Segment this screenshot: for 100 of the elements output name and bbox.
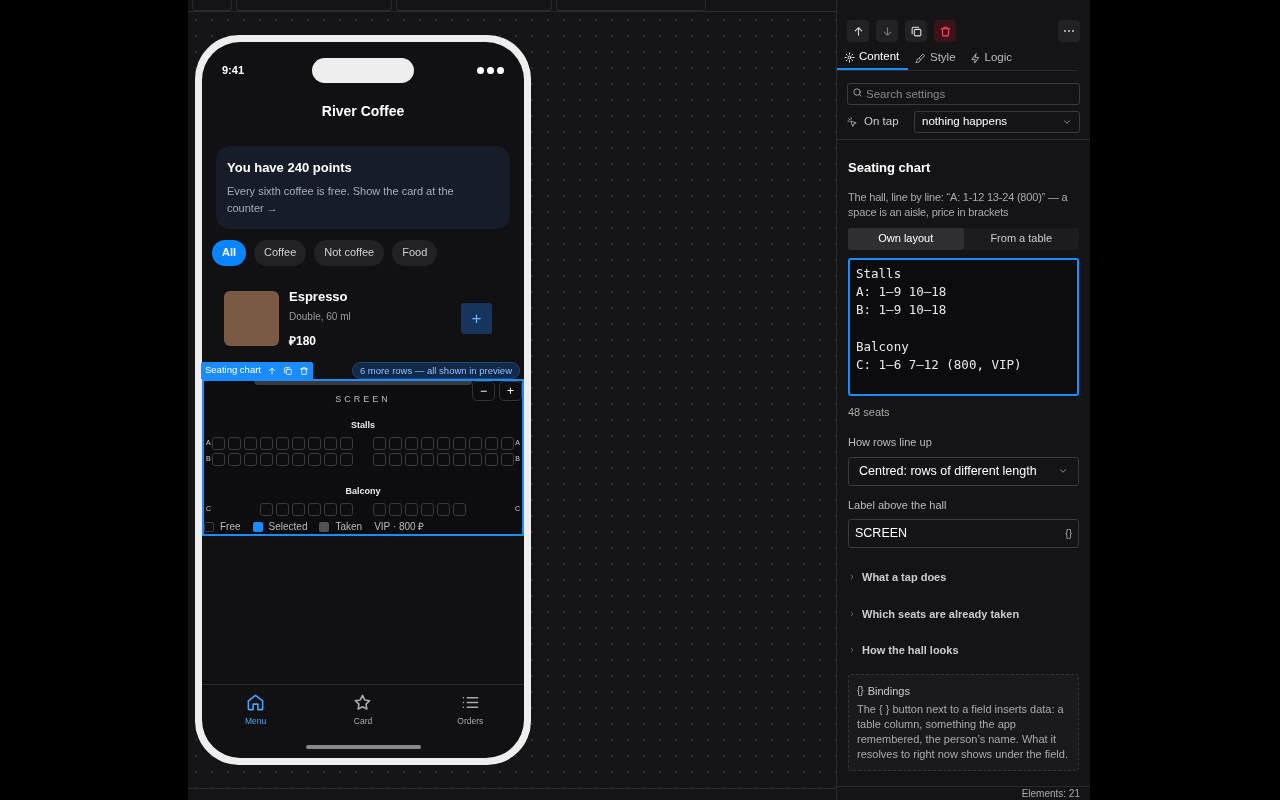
seat[interactable]: [292, 452, 305, 466]
move-up-button[interactable]: [847, 20, 869, 42]
document-tab[interactable]: [236, 0, 392, 11]
product-detail: Double, 60 ml: [289, 310, 352, 324]
seat[interactable]: [501, 436, 514, 450]
trash-icon: [299, 365, 309, 376]
on-tap-select[interactable]: nothing happens: [914, 111, 1080, 133]
seat[interactable]: [373, 503, 386, 516]
seat[interactable]: [437, 452, 450, 466]
seat[interactable]: [340, 503, 353, 516]
seat[interactable]: [453, 436, 466, 450]
accordion-header[interactable]: What a tap does: [848, 559, 1079, 596]
filter-chip[interactable]: Food: [392, 239, 438, 266]
seat[interactable]: [421, 503, 434, 516]
seat[interactable]: [373, 452, 386, 466]
row-alignment-select[interactable]: Centred: rows of different length: [848, 456, 1079, 486]
seat[interactable]: [405, 452, 418, 466]
bindings-title: Bindings: [867, 683, 910, 699]
seat[interactable]: [308, 452, 321, 466]
seat[interactable]: [276, 436, 289, 450]
settings-tab[interactable]: Content: [837, 46, 908, 70]
seat[interactable]: [501, 452, 514, 466]
zoom-out-button[interactable]: −: [472, 381, 495, 401]
document-tab[interactable]: [396, 0, 552, 11]
seat[interactable]: [308, 436, 321, 450]
zoom-in-button[interactable]: +: [499, 381, 522, 401]
chevron-right-icon: [848, 573, 856, 582]
seat[interactable]: [244, 452, 257, 466]
seat[interactable]: [244, 436, 257, 450]
brush-icon: [915, 52, 926, 64]
seat[interactable]: [389, 436, 402, 450]
accordion-header[interactable]: Which seats are already taken: [848, 595, 1079, 632]
filter-chip[interactable]: All: [212, 239, 247, 266]
more-rows-pill: 6 more rows — all shown in preview: [351, 362, 520, 379]
seat[interactable]: [421, 452, 434, 466]
settings-tab[interactable]: Logic: [962, 46, 1020, 70]
nav-tab[interactable]: Orders: [440, 693, 501, 736]
settings-tab[interactable]: Style: [908, 46, 963, 70]
seat[interactable]: [469, 436, 482, 450]
add-button[interactable]: +: [461, 302, 492, 334]
gear-icon: [844, 51, 855, 63]
seat[interactable]: [292, 436, 305, 450]
layout-mode-tab[interactable]: Own layout: [848, 227, 964, 250]
seat[interactable]: [405, 503, 418, 516]
nav-tab[interactable]: Menu: [225, 693, 286, 736]
seat[interactable]: [453, 503, 466, 516]
seat[interactable]: [276, 452, 289, 466]
chevron-down-icon: [1058, 466, 1068, 476]
arrow-up-icon: [267, 365, 277, 376]
seat[interactable]: [437, 436, 450, 450]
seat[interactable]: [389, 452, 402, 466]
document-tab[interactable]: [192, 0, 232, 11]
layout-text-area[interactable]: Stalls A: 1–9 10–18 B: 1–9 10–18 Balcony C: 1–6 7–12 (800, VIP): [848, 257, 1079, 396]
legend-label: Free: [220, 520, 241, 534]
hall-label-field[interactable]: SCREEN {}: [848, 519, 1079, 548]
seat[interactable]: [469, 452, 482, 466]
seat[interactable]: [485, 452, 498, 466]
duplicate-icon: [909, 24, 923, 38]
seat[interactable]: [260, 452, 273, 466]
search-field[interactable]: Search settings: [847, 83, 1080, 105]
seat[interactable]: [405, 436, 418, 450]
seat[interactable]: [485, 436, 498, 450]
filter-chip[interactable]: Not coffee: [314, 239, 385, 266]
seat[interactable]: [421, 436, 434, 450]
legend-swatch: [204, 521, 214, 532]
seat-count: 48 seats: [848, 404, 891, 420]
seat[interactable]: [389, 503, 402, 516]
delete-button[interactable]: [934, 20, 956, 42]
document-tab[interactable]: [556, 0, 706, 11]
seat[interactable]: [212, 452, 225, 466]
points-card[interactable]: You have 240 points Every sixth coffee is free. Show the card at the counter →: [216, 146, 510, 229]
photo-placeholder: [224, 290, 279, 346]
duplicate-button[interactable]: [905, 20, 927, 42]
binding-button[interactable]: {}: [1065, 526, 1072, 541]
seat[interactable]: [453, 452, 466, 466]
seat[interactable]: [228, 436, 241, 450]
seat[interactable]: [260, 503, 273, 516]
nav-tab[interactable]: Card: [333, 693, 393, 736]
seat[interactable]: [324, 452, 337, 466]
more-button[interactable]: [1058, 20, 1080, 42]
filter-chip[interactable]: Coffee: [254, 239, 307, 266]
field-label: How rows line up: [848, 435, 933, 450]
seat[interactable]: [324, 436, 337, 450]
seat[interactable]: [437, 503, 450, 516]
seat[interactable]: [228, 452, 241, 466]
seat[interactable]: [340, 436, 353, 450]
accordion-header[interactable]: How the hall looks: [848, 632, 1079, 669]
section-label: Balcony: [345, 485, 381, 498]
move-down-button[interactable]: [876, 20, 898, 42]
seat[interactable]: [373, 436, 386, 450]
seat[interactable]: [260, 436, 273, 450]
seat[interactable]: [324, 503, 337, 516]
seat[interactable]: [308, 503, 321, 516]
seat[interactable]: [292, 503, 305, 516]
braces-icon: {}: [857, 683, 864, 699]
element-count: Elements: 21: [1021, 787, 1080, 800]
seat[interactable]: [212, 436, 225, 450]
seat[interactable]: [276, 503, 289, 516]
seat[interactable]: [340, 452, 353, 466]
layout-mode-tab[interactable]: From a table: [963, 227, 1079, 250]
